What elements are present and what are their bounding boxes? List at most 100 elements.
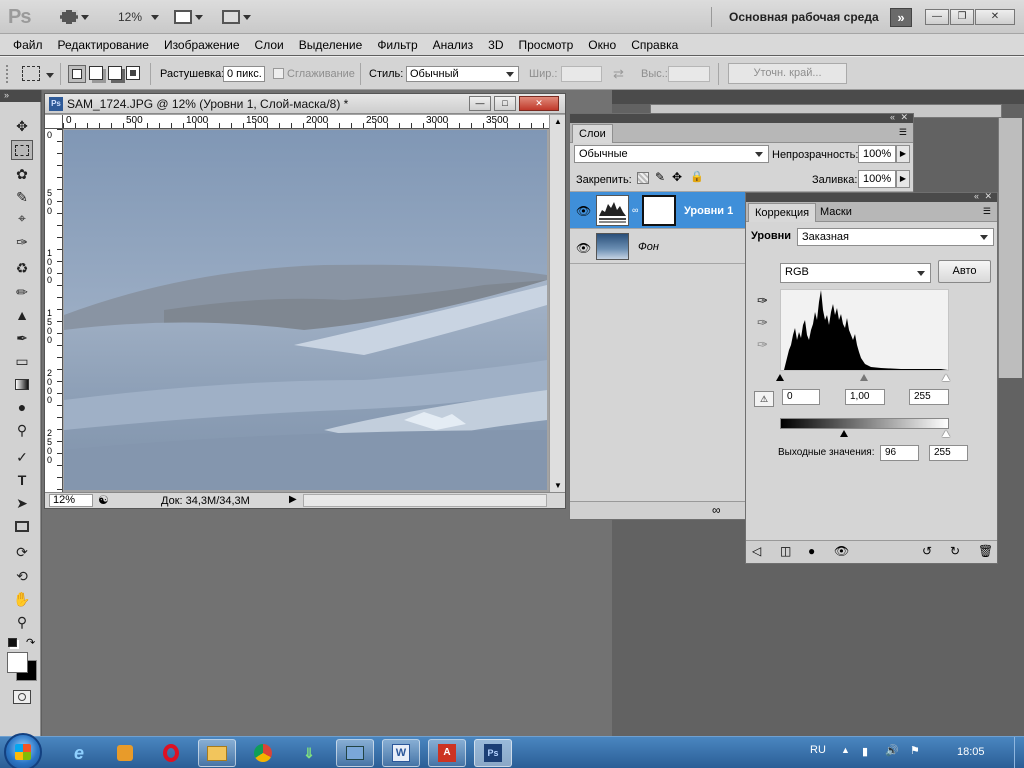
- marquee-preset-icon[interactable]: [22, 66, 40, 81]
- fill-input[interactable]: 100%: [858, 170, 896, 188]
- feather-input[interactable]: 0 пикс.: [223, 66, 265, 82]
- delete-adjustment-icon[interactable]: 🗑: [978, 544, 993, 558]
- close-button[interactable]: ✕: [975, 9, 1015, 25]
- input-black-field[interactable]: 0: [782, 389, 820, 405]
- blend-mode-select[interactable]: Обычные: [574, 145, 769, 163]
- path-selection-tool-icon[interactable]: ➤: [11, 493, 33, 513]
- doc-close-button[interactable]: ✕: [519, 96, 559, 111]
- vertical-scrollbar[interactable]: ▲ ▼: [549, 115, 565, 492]
- language-indicator[interactable]: RU: [810, 744, 826, 756]
- scroll-up-icon[interactable]: ▲: [554, 117, 562, 126]
- clipping-warning-icon[interactable]: ⚠: [754, 391, 774, 407]
- arrange-documents-button[interactable]: [174, 8, 203, 26]
- white-eyedropper-icon[interactable]: ✑: [757, 337, 768, 353]
- brush-tool-icon[interactable]: ✏: [11, 282, 33, 302]
- mask-link-icon[interactable]: ∞: [632, 205, 638, 215]
- input-black-slider[interactable]: [776, 374, 784, 381]
- panel-menu-icon[interactable]: ☰: [899, 127, 907, 138]
- zoom-status-icon[interactable]: ☯: [98, 493, 109, 507]
- output-white-slider[interactable]: [942, 430, 950, 437]
- eyedropper-tool-icon[interactable]: ✑: [11, 232, 33, 252]
- zoom-status-input[interactable]: 12%: [49, 494, 93, 507]
- opacity-input[interactable]: 100%: [858, 145, 896, 163]
- input-gamma-slider[interactable]: [860, 374, 868, 381]
- clock[interactable]: 18:05: [957, 746, 985, 758]
- zoom-level-dropdown[interactable]: 12%: [118, 8, 160, 26]
- internet-explorer-icon[interactable]: e: [60, 739, 98, 767]
- tools-collapse-icon[interactable]: »: [0, 90, 41, 102]
- marquee-tool-icon[interactable]: [11, 140, 33, 160]
- history-brush-tool-icon[interactable]: ✒: [11, 328, 33, 348]
- expanded-view-icon[interactable]: ◫: [780, 544, 791, 558]
- healing-brush-tool-icon[interactable]: ♻: [11, 258, 33, 278]
- 3d-orbit-tool-icon[interactable]: ⟲: [11, 566, 33, 586]
- quick-mask-button[interactable]: [13, 690, 31, 704]
- move-tool-icon[interactable]: ✥: [11, 116, 33, 136]
- doc-minimize-button[interactable]: —: [469, 96, 491, 111]
- input-slider-track[interactable]: [776, 374, 950, 381]
- scroll-down-icon[interactable]: ▼: [554, 481, 562, 490]
- input-gamma-field[interactable]: 1,00: [845, 389, 885, 405]
- collapse-icon[interactable]: «: [890, 112, 895, 122]
- pen-tool-icon[interactable]: ✓: [11, 447, 33, 467]
- panel-menu-icon[interactable]: ☰: [983, 206, 991, 217]
- channel-select[interactable]: RGB: [780, 263, 931, 283]
- auto-button[interactable]: Авто: [938, 260, 991, 283]
- quick-selection-tool-icon[interactable]: ✎: [11, 187, 33, 207]
- output-slider-track[interactable]: [780, 430, 950, 437]
- link-layers-icon[interactable]: ∞: [712, 503, 721, 517]
- shape-tool-icon[interactable]: [11, 516, 33, 536]
- menu-layer[interactable]: Слои: [255, 38, 284, 52]
- return-to-list-icon[interactable]: ◁: [752, 544, 761, 558]
- blur-tool-icon[interactable]: ●: [11, 397, 33, 417]
- menu-select[interactable]: Выделение: [299, 38, 363, 52]
- antialias-checkbox[interactable]: [273, 68, 284, 79]
- tab-masks[interactable]: Маски: [814, 203, 858, 222]
- restore-button[interactable]: ❐: [950, 9, 974, 25]
- default-colors-icon[interactable]: [8, 638, 17, 647]
- screen-mode-button[interactable]: [222, 8, 251, 26]
- status-menu-arrow-icon[interactable]: ▶: [289, 494, 297, 505]
- chevron-down-icon[interactable]: [46, 73, 54, 78]
- menu-image[interactable]: Изображение: [164, 38, 240, 52]
- doc-restore-button[interactable]: □: [494, 96, 516, 111]
- eye-icon[interactable]: 👁: [576, 204, 591, 218]
- crop-tool-icon[interactable]: ⌖: [11, 208, 33, 228]
- eye-icon[interactable]: 👁: [576, 241, 591, 255]
- network-icon[interactable]: [336, 739, 374, 767]
- add-to-selection-button[interactable]: [89, 66, 103, 80]
- fill-arrow-icon[interactable]: ▶: [896, 170, 910, 188]
- input-white-slider[interactable]: [942, 374, 950, 381]
- menu-help[interactable]: Справка: [631, 38, 678, 52]
- preset-select[interactable]: Заказная: [797, 228, 994, 246]
- layer-mask-thumbnail[interactable]: [642, 195, 676, 226]
- foreground-color-swatch[interactable]: [7, 652, 28, 673]
- eraser-tool-icon[interactable]: ▭: [11, 351, 33, 371]
- action-center-icon[interactable]: ⚑: [910, 744, 920, 757]
- lasso-tool-icon[interactable]: ✿: [11, 164, 33, 184]
- volume-icon[interactable]: 🔊: [885, 744, 899, 757]
- workspace-label[interactable]: Основная рабочая среда: [729, 10, 879, 24]
- lock-all-icon[interactable]: 🔒: [690, 170, 704, 183]
- gradient-tool-icon[interactable]: [11, 374, 33, 394]
- tab-layers[interactable]: Слои: [572, 124, 613, 143]
- style-select[interactable]: Обычный: [406, 66, 519, 82]
- menu-view[interactable]: Просмотр: [518, 38, 573, 52]
- collapse-icon[interactable]: «: [974, 191, 979, 201]
- refine-edge-button[interactable]: Уточн. край...: [728, 63, 847, 84]
- swap-colors-icon[interactable]: ↷: [26, 636, 35, 649]
- download-icon[interactable]: ⇓: [290, 739, 328, 767]
- output-black-slider[interactable]: [840, 430, 848, 437]
- input-white-field[interactable]: 255: [909, 389, 949, 405]
- show-hidden-icons-icon[interactable]: ▲: [841, 745, 850, 755]
- chrome-icon[interactable]: [244, 739, 282, 767]
- output-white-field[interactable]: 255: [929, 445, 968, 461]
- horizontal-ruler[interactable]: 0 500 1000 1500 2000 2500 3000 3500: [63, 115, 549, 129]
- menu-3d[interactable]: 3D: [488, 38, 503, 52]
- width-input[interactable]: [561, 66, 602, 82]
- menu-filter[interactable]: Фильтр: [377, 38, 417, 52]
- zoom-tool-icon[interactable]: ⚲: [11, 612, 33, 632]
- workspace-more-button[interactable]: »: [890, 8, 912, 27]
- image-canvas[interactable]: [64, 130, 547, 490]
- launch-bridge-button[interactable]: [60, 8, 89, 26]
